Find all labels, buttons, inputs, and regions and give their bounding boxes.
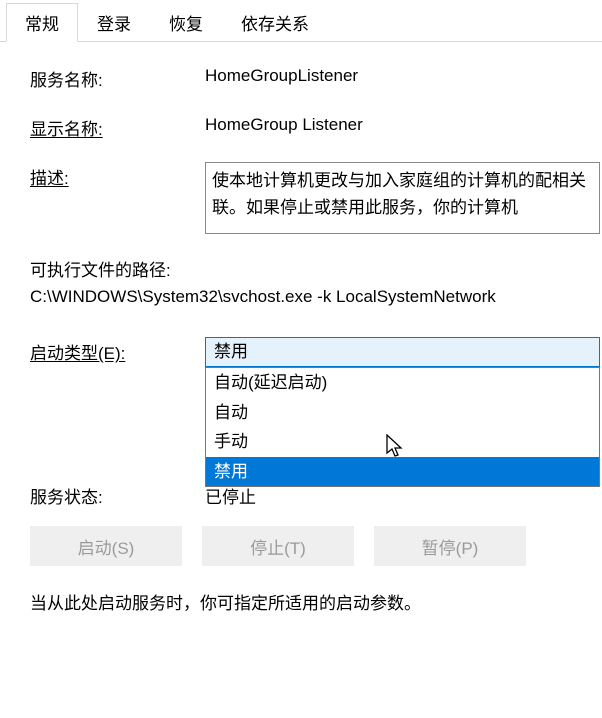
service-name-value: HomeGroupListener [205, 64, 602, 86]
pause-button[interactable]: 暂停(P) [374, 526, 526, 566]
startup-type-label: 启动类型(E): [30, 337, 205, 364]
exec-path-label: 可执行文件的路径: [30, 256, 602, 281]
tab-general[interactable]: 常规 [6, 3, 78, 42]
tab-content: 服务名称: HomeGroupListener 显示名称: HomeGroup … [0, 42, 602, 617]
tab-bar: 常规 登录 恢复 依存关系 [0, 0, 602, 42]
exec-path-value: C:\WINDOWS\System32\svchost.exe -k Local… [30, 287, 602, 307]
startup-parameters-note: 当从此处启动服务时，你可指定所适用的启动参数。 [30, 590, 602, 617]
service-name-label: 服务名称: [30, 64, 205, 91]
option-auto[interactable]: 自动 [206, 398, 599, 428]
startup-type-dropdown: 自动(延迟启动) 自动 手动 禁用 [205, 367, 600, 487]
option-auto-delayed[interactable]: 自动(延迟启动) [206, 368, 599, 398]
stop-button[interactable]: 停止(T) [202, 526, 354, 566]
tab-logon[interactable]: 登录 [78, 3, 150, 42]
tab-recovery[interactable]: 恢复 [150, 3, 222, 42]
option-disabled[interactable]: 禁用 [206, 457, 599, 487]
option-manual[interactable]: 手动 [206, 427, 599, 457]
display-name-value: HomeGroup Listener [205, 113, 602, 135]
description-text[interactable]: 使本地计算机更改与加入家庭组的计算机的配相关联。如果停止或禁用此服务，你的计算机 [205, 162, 600, 234]
display-name-label: 显示名称: [30, 113, 205, 140]
description-label: 描述: [30, 162, 205, 189]
start-button[interactable]: 启动(S) [30, 526, 182, 566]
tab-dependencies[interactable]: 依存关系 [222, 3, 328, 42]
service-status-label: 服务状态: [30, 481, 205, 508]
startup-type-combobox[interactable]: 禁用 [205, 337, 600, 367]
